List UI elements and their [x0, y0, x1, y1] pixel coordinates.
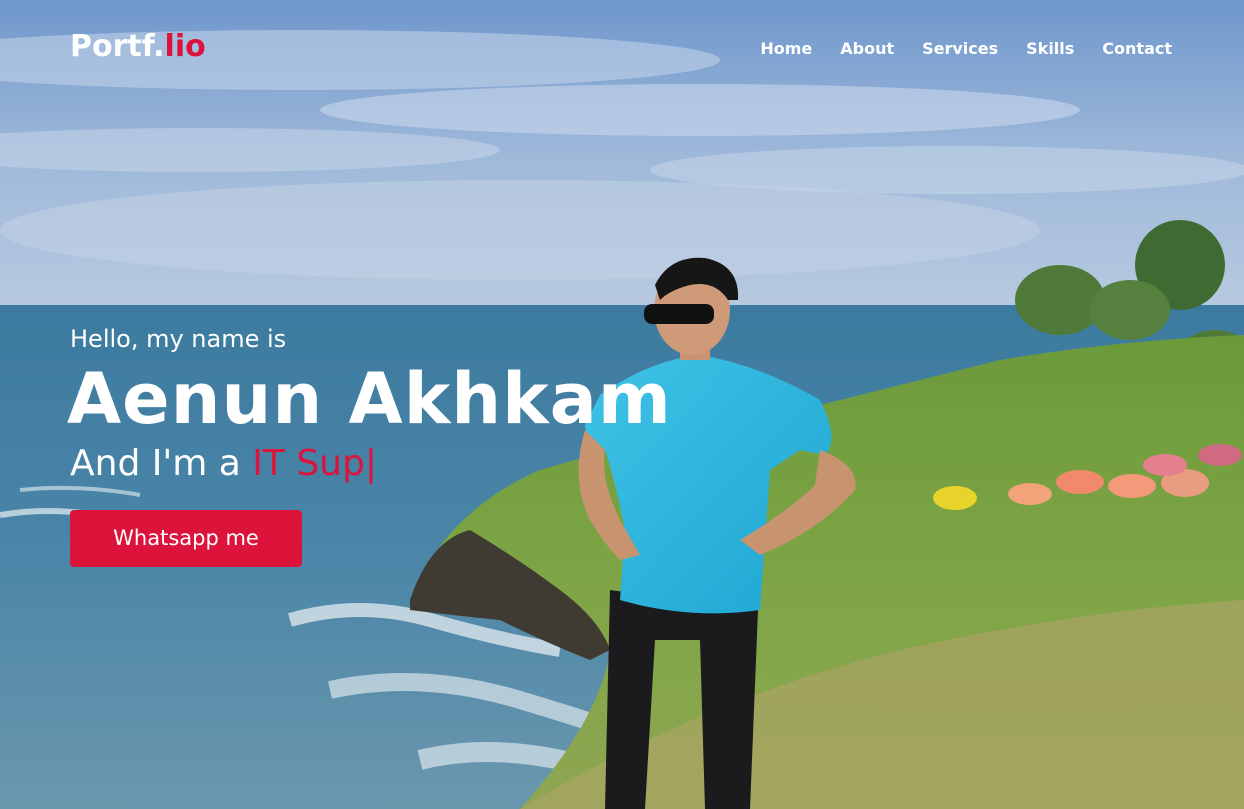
- hero-name: Aenun Akhkam: [67, 358, 672, 440]
- nav-item-contact: Contact: [1102, 39, 1172, 58]
- nav-item-home: Home: [760, 39, 812, 58]
- navbar: Portf.lio Home About Services Skills Con…: [0, 0, 1244, 100]
- nav-link-services[interactable]: Services: [922, 39, 998, 58]
- nav-link-about[interactable]: About: [840, 39, 894, 58]
- whatsapp-button[interactable]: Whatsapp me: [70, 510, 302, 567]
- hero-greeting: Hello, my name is: [70, 325, 287, 353]
- nav-menu: Home About Services Skills Contact: [760, 39, 1172, 58]
- hero-section: Portf.lio Home About Services Skills Con…: [0, 0, 1244, 809]
- hero-content: Hello, my name is Aenun Akhkam And I'm a…: [67, 322, 672, 567]
- nav-link-contact[interactable]: Contact: [1102, 39, 1172, 58]
- nav-item-about: About: [840, 39, 894, 58]
- hero-role: And I'm a IT Sup|: [70, 442, 672, 486]
- nav-item-services: Services: [922, 39, 998, 58]
- logo-text: Portf.: [70, 29, 165, 64]
- typing-cursor: |: [364, 443, 377, 484]
- hero-role-prefix: And I'm a: [70, 443, 253, 484]
- hero-role-typed: IT Sup: [252, 443, 365, 484]
- logo[interactable]: Portf.lio: [70, 29, 206, 64]
- nav-item-skills: Skills: [1026, 39, 1074, 58]
- nav-link-skills[interactable]: Skills: [1026, 39, 1074, 58]
- nav-link-home[interactable]: Home: [760, 39, 812, 58]
- logo-accent-text: lio: [164, 29, 206, 64]
